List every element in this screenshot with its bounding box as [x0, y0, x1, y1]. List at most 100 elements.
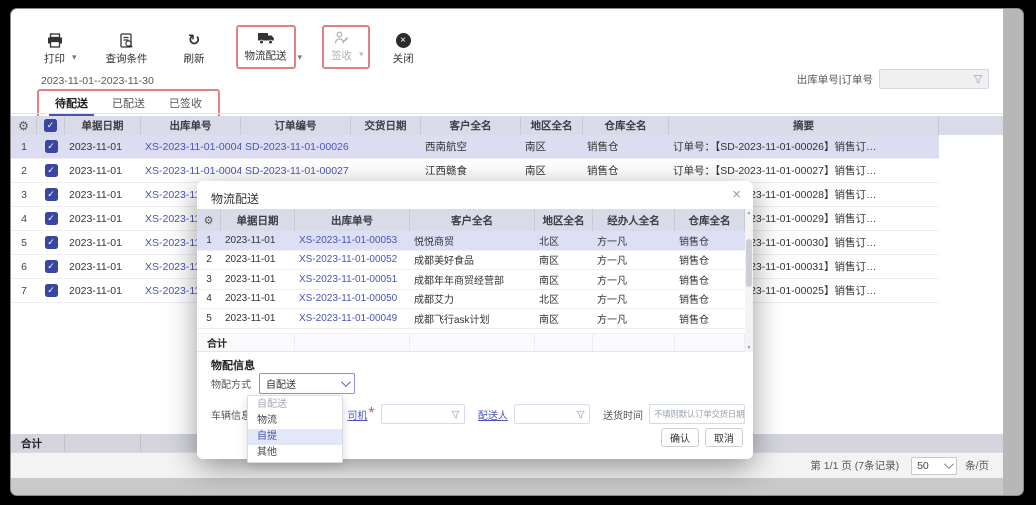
- deliverer-input[interactable]: [514, 404, 590, 424]
- table-row[interactable]: 1 ✓ 2023-11-01 XS-2023-11-01-00047 SD-20…: [11, 135, 939, 159]
- row-index: 4: [11, 213, 37, 225]
- logistics-dispatch-caret-icon[interactable]: ▾: [298, 52, 303, 63]
- print-caret-icon[interactable]: ▾: [72, 52, 77, 63]
- scroll-up-icon[interactable]: ▲: [745, 210, 753, 216]
- col-delivery-date[interactable]: 交货日期: [351, 116, 421, 135]
- modal-table-row[interactable]: 4 2023-11-01 XS-2023-11-01-00050 成都艾力 北区…: [197, 290, 745, 310]
- col-outbound-no[interactable]: 出库单号: [295, 209, 410, 231]
- modal-close-icon[interactable]: ×: [732, 186, 741, 203]
- sign-receive-label: 签收: [331, 48, 352, 63]
- confirm-button[interactable]: 确认: [661, 428, 699, 447]
- outbound-no-link[interactable]: XS-2023-11-01-00050: [295, 293, 410, 304]
- col-warehouse[interactable]: 仓库全名: [583, 116, 669, 135]
- col-doc-date[interactable]: 单据日期: [221, 209, 295, 231]
- driver-input[interactable]: [381, 404, 465, 424]
- region-cell: 北区: [535, 291, 593, 306]
- modal-table-scrollbar[interactable]: ▲ ▼: [745, 209, 753, 352]
- dropdown-option[interactable]: 自配送: [248, 397, 342, 413]
- deliverer-group: 配送人: [478, 404, 590, 424]
- sign-receive-caret-icon[interactable]: ▾: [359, 49, 364, 60]
- row-checkbox[interactable]: ✓: [37, 284, 65, 297]
- printer-icon: [47, 33, 63, 48]
- dropdown-option[interactable]: 物流: [248, 413, 342, 429]
- modal-footer: 确认 取消: [655, 428, 743, 447]
- close-button[interactable]: × 关闭: [388, 30, 419, 69]
- col-customer[interactable]: 客户全名: [410, 209, 535, 231]
- row-checkbox[interactable]: ✓: [37, 260, 65, 273]
- col-warehouse[interactable]: 仓库全名: [675, 209, 745, 231]
- driver-label-link[interactable]: 司机: [347, 407, 367, 422]
- refresh-button[interactable]: ↻ 刷新: [179, 30, 210, 69]
- col-summary[interactable]: 摘要: [669, 116, 939, 135]
- funnel-icon: [973, 74, 983, 84]
- outbound-no-link[interactable]: XS-2023-11-01-00047: [141, 141, 241, 153]
- col-agent[interactable]: 经办人全名: [593, 209, 675, 231]
- summary-cell: 订单号：【SD-2023-11-01-00027】销售订…: [669, 163, 939, 178]
- order-filter-input[interactable]: [879, 69, 989, 89]
- row-checkbox[interactable]: ✓: [37, 212, 65, 225]
- col-customer[interactable]: 客户全名: [421, 116, 521, 135]
- outbound-no-link[interactable]: XS-2023-11-01-00051: [295, 274, 410, 285]
- column-settings-gear-icon[interactable]: ⚙: [197, 209, 221, 231]
- totals-label: 合计: [11, 434, 65, 452]
- col-order-no[interactable]: 订单编号: [241, 116, 351, 135]
- print-button[interactable]: 打印: [39, 30, 70, 69]
- doc-date-cell: 2023-11-01: [221, 274, 295, 285]
- truck-icon: [257, 31, 275, 45]
- row-checkbox[interactable]: ✓: [37, 188, 65, 201]
- order-no-link[interactable]: SD-2023-11-01-00026: [241, 141, 351, 153]
- page-size-select[interactable]: 50: [911, 457, 957, 475]
- select-all-checkbox[interactable]: ✓: [37, 116, 65, 135]
- doc-date-cell: 2023-11-01: [221, 235, 295, 246]
- row-checkbox[interactable]: ✓: [37, 164, 65, 177]
- funnel-icon: [451, 410, 460, 419]
- col-region[interactable]: 地区全名: [521, 116, 583, 135]
- customer-cell: 悦悦商贸: [410, 233, 535, 248]
- delivery-time-input[interactable]: 不填则默认订单交货日期: [649, 404, 745, 424]
- outbound-no-link[interactable]: XS-2023-11-01-00048: [141, 165, 241, 177]
- order-filter: 出库单号|订单号: [797, 69, 989, 89]
- modal-table-row[interactable]: 5 2023-11-01 XS-2023-11-01-00049 成都飞行ask…: [197, 309, 745, 329]
- dropdown-option[interactable]: 自提: [248, 429, 342, 445]
- column-settings-gear-icon[interactable]: ⚙: [11, 116, 37, 135]
- sign-receive-button[interactable]: 签收: [326, 28, 357, 66]
- modal-table-row[interactable]: 1 2023-11-01 XS-2023-11-01-00053 悦悦商贸 北区…: [197, 231, 745, 251]
- warehouse-cell: 销售仓: [675, 252, 745, 267]
- row-checkbox[interactable]: ✓: [37, 236, 65, 249]
- scrollbar-thumb[interactable]: [746, 239, 752, 287]
- modal-table-row[interactable]: 3 2023-11-01 XS-2023-11-01-00051 成都年年商贸经…: [197, 270, 745, 290]
- agent-cell: 方一凡: [593, 291, 675, 306]
- region-cell: 南区: [535, 272, 593, 287]
- order-no-link[interactable]: SD-2023-11-01-00027: [241, 165, 351, 177]
- cancel-button[interactable]: 取消: [705, 428, 743, 447]
- dispatch-method-value: 自配送: [266, 376, 296, 391]
- totals-cell: [675, 334, 745, 351]
- outbound-no-link[interactable]: XS-2023-11-01-00052: [295, 254, 410, 265]
- customer-cell: 成都飞行ask计划: [410, 311, 535, 326]
- customer-cell: 成都美好食品: [410, 252, 535, 267]
- modal-table-row[interactable]: 2 2023-11-01 XS-2023-11-01-00052 成都美好食品 …: [197, 251, 745, 271]
- window-bottom-edge: [11, 478, 1005, 495]
- deliverer-label-link[interactable]: 配送人: [478, 407, 508, 422]
- outbound-no-link[interactable]: XS-2023-11-01-00049: [295, 313, 410, 324]
- window-right-edge[interactable]: [1003, 9, 1023, 495]
- col-outbound-no[interactable]: 出库单号: [141, 116, 241, 135]
- logistics-dispatch-modal: 物流配送 × ⚙ 单据日期 出库单号 客户全名 地区全名 经办人全名 仓库全名 …: [197, 181, 753, 459]
- dispatch-method-select[interactable]: 自配送: [259, 373, 355, 394]
- scroll-down-icon[interactable]: ▼: [745, 345, 753, 351]
- col-region[interactable]: 地区全名: [535, 209, 593, 231]
- doc-date-cell: 2023-11-01: [65, 237, 141, 249]
- totals-cell: [593, 334, 675, 351]
- query-conditions-button[interactable]: 查询条件: [101, 30, 153, 69]
- row-checkbox[interactable]: ✓: [37, 140, 65, 153]
- col-doc-date[interactable]: 单据日期: [65, 116, 141, 135]
- logistics-dispatch-button[interactable]: 物流配送: [240, 28, 292, 66]
- checkbox-checked-icon: ✓: [45, 212, 58, 225]
- customer-cell: 成都年年商贸经营部: [410, 272, 535, 287]
- dropdown-option[interactable]: 其他: [248, 445, 342, 461]
- doc-date-cell: 2023-11-01: [65, 285, 141, 297]
- checkbox-checked-icon: ✓: [45, 188, 58, 201]
- totals-cell: [295, 334, 410, 351]
- outbound-no-link[interactable]: XS-2023-11-01-00053: [295, 235, 410, 246]
- table-row[interactable]: 2 ✓ 2023-11-01 XS-2023-11-01-00048 SD-20…: [11, 159, 939, 183]
